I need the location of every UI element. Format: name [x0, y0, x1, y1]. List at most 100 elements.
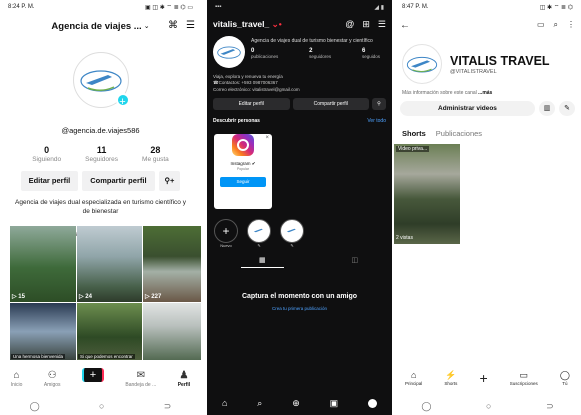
bottom-nav: ⌂ Inicio ⚇ Amigos + ✉ Bandeja de ... ♟ Perfi…	[0, 368, 201, 396]
back-icon[interactable]: ⊃	[164, 401, 172, 412]
tab-posts[interactable]: Publicaciones	[436, 129, 482, 138]
discover-title: Descubrir personas	[213, 117, 260, 124]
profile-title[interactable]: Agencia de viajes ...	[51, 21, 141, 32]
video-thumbnail[interactable]: ▷ 15	[10, 226, 76, 302]
create-icon[interactable]: ⊕	[292, 398, 300, 409]
nav-inbox[interactable]: ✉ Bandeja de ...	[125, 370, 156, 388]
bottom-nav: ⌂ Principal ⚡ Shorts + ▭ Suscripciones ◯ Tú	[394, 370, 581, 396]
nav-shorts[interactable]: ⚡ Shorts	[444, 370, 457, 386]
back-icon[interactable]: ⊃	[546, 401, 554, 412]
grid-tab-icon[interactable]: ▦	[240, 256, 284, 268]
follow-button[interactable]: Seguir	[220, 176, 266, 187]
profile-stats: 0 publicaciones 2 seguidores 6 seguidos	[251, 48, 386, 59]
create-first-post-link[interactable]: Crea tu primera publicación	[207, 306, 392, 311]
username[interactable]: vitalis_travel_ ⌄•	[213, 19, 282, 30]
nav-label: Tú	[562, 381, 568, 386]
system-nav: ◯ ○ ⊃	[0, 397, 201, 415]
edit-profile-button[interactable]: Editar perfil	[20, 171, 79, 191]
status-icons: ▣ ◫ ✱ ⌔ ≣ ⌬ ▭	[145, 5, 193, 11]
home-circle-icon[interactable]: ○	[486, 401, 491, 411]
add-content-icon[interactable]: ⊞	[362, 19, 370, 30]
pin-icon: ✎	[290, 242, 294, 248]
stat-posts[interactable]: 0 publicaciones	[251, 48, 278, 59]
stat-label: Me gusta	[142, 156, 169, 163]
highlight-new[interactable]: + Nuevo	[214, 218, 238, 248]
recents-icon[interactable]: ◯	[421, 401, 431, 412]
add-photo-button[interactable]: +	[115, 93, 130, 108]
profile-buttons: Editar perfil Compartir perfil ⚲	[207, 93, 392, 110]
see-all-link[interactable]: Ver todo	[367, 118, 386, 124]
nav-subscriptions[interactable]: ▭ Suscripciones	[510, 370, 538, 386]
add-user-button[interactable]: ⚲	[372, 97, 386, 110]
menu-icon[interactable]: ☰	[186, 20, 195, 31]
profile-avatar-icon[interactable]	[368, 398, 378, 408]
video-thumbnail[interactable]: ▷ 227	[143, 226, 201, 302]
creator-tools-icon[interactable]: ⌘	[168, 20, 178, 31]
tab-shorts[interactable]: Shorts	[402, 129, 426, 138]
video-thumbnail[interactable]	[143, 303, 201, 360]
tagged-tab-icon[interactable]: ◫	[351, 256, 358, 268]
discover-people-header: Descubrir personas Ver todo	[207, 110, 392, 124]
nav-profile[interactable]: ♟ Perfil	[178, 370, 191, 388]
suggested-account-card: × Instagram ✔ Popular Seguir	[214, 133, 272, 209]
suggested-sub: Popular	[236, 166, 250, 171]
vitalis-logo-icon	[217, 46, 241, 59]
instagram-logo-icon	[232, 133, 254, 156]
edit-profile-button[interactable]: Editar perfil	[213, 97, 290, 110]
analytics-button[interactable]: ▥	[539, 101, 555, 116]
profile-header: Agencia de viajes dual de turismo bienes…	[207, 34, 392, 70]
system-nav: ◯ ○ ⊃	[394, 397, 581, 415]
chevron-down-icon[interactable]: ⌄	[144, 22, 150, 30]
manage-videos-button[interactable]: Administrar videos	[400, 101, 535, 116]
video-thumbnail[interactable]: Una hermosa bienvenida	[10, 303, 76, 360]
reels-icon[interactable]: ▣	[330, 398, 339, 409]
stat-following[interactable]: 0 Siguiendo	[32, 145, 61, 163]
nav-label: Shorts	[444, 381, 458, 386]
highlight-item[interactable]: ✎	[280, 218, 304, 248]
plus-icon: +	[479, 370, 488, 386]
nav-label: Amigos	[43, 382, 61, 388]
stat-label: publicaciones	[251, 54, 279, 59]
more-link[interactable]: ...más	[478, 90, 492, 96]
home-circle-icon[interactable]: ○	[99, 401, 104, 411]
stat-label: seguidos	[361, 54, 380, 59]
short-thumbnail[interactable]: Video priva... 2 vistas	[394, 144, 460, 244]
nav-you[interactable]: ◯ Tú	[560, 370, 570, 386]
stat-likes[interactable]: 28 Me gusta	[142, 145, 169, 163]
close-icon[interactable]: ×	[265, 135, 269, 141]
highlight-item[interactable]: ✎	[247, 218, 271, 248]
threads-icon[interactable]: @	[345, 19, 354, 30]
search-icon[interactable]: ⌕	[554, 20, 558, 30]
add-friend-button[interactable]: ⚲+	[158, 171, 181, 191]
more-icon[interactable]: ⋮	[567, 20, 575, 30]
nav-create[interactable]: +	[479, 370, 487, 386]
nav-home[interactable]: ⌂ Principal	[405, 370, 422, 386]
plus-icon: +	[214, 218, 238, 243]
video-thumbnail[interactable]: Si que podemos encontrar	[77, 303, 142, 360]
friends-icon: ⚇	[47, 370, 57, 381]
edit-channel-button[interactable]: ✎	[559, 101, 575, 116]
avatar[interactable]	[402, 44, 442, 84]
stat-followers[interactable]: 11 Seguidores	[85, 145, 118, 163]
profile-name: Agencia de viajes dual de turismo bienes…	[251, 38, 373, 44]
video-thumbnail[interactable]: ▷ 24	[77, 226, 142, 302]
home-icon[interactable]: ⌂	[222, 398, 227, 408]
search-icon[interactable]: ⌕	[257, 398, 262, 409]
menu-icon[interactable]: ☰	[378, 19, 386, 30]
status-time-icon: ▪▪▪	[215, 4, 222, 10]
avatar[interactable]	[213, 36, 245, 68]
avatar[interactable]: +	[72, 52, 130, 108]
profile-icon: ♟	[179, 370, 189, 381]
share-profile-button[interactable]: Compartir perfil	[82, 171, 155, 191]
back-arrow-icon[interactable]: ←	[400, 20, 410, 31]
cast-icon[interactable]: ▭	[537, 20, 545, 30]
stat-followers[interactable]: 2 seguidores	[309, 48, 331, 59]
channel-description[interactable]: Más información sobre este canal ...más	[394, 84, 581, 96]
nav-create[interactable]: +	[81, 368, 104, 382]
vitalis-logo-icon	[286, 229, 296, 233]
nav-home[interactable]: ⌂ Inicio	[11, 370, 23, 388]
stat-following[interactable]: 6 seguidos	[362, 48, 380, 59]
nav-friends[interactable]: ⚇ Amigos	[44, 370, 61, 388]
share-profile-button[interactable]: Compartir perfil	[292, 97, 369, 110]
recents-icon[interactable]: ◯	[30, 401, 40, 412]
